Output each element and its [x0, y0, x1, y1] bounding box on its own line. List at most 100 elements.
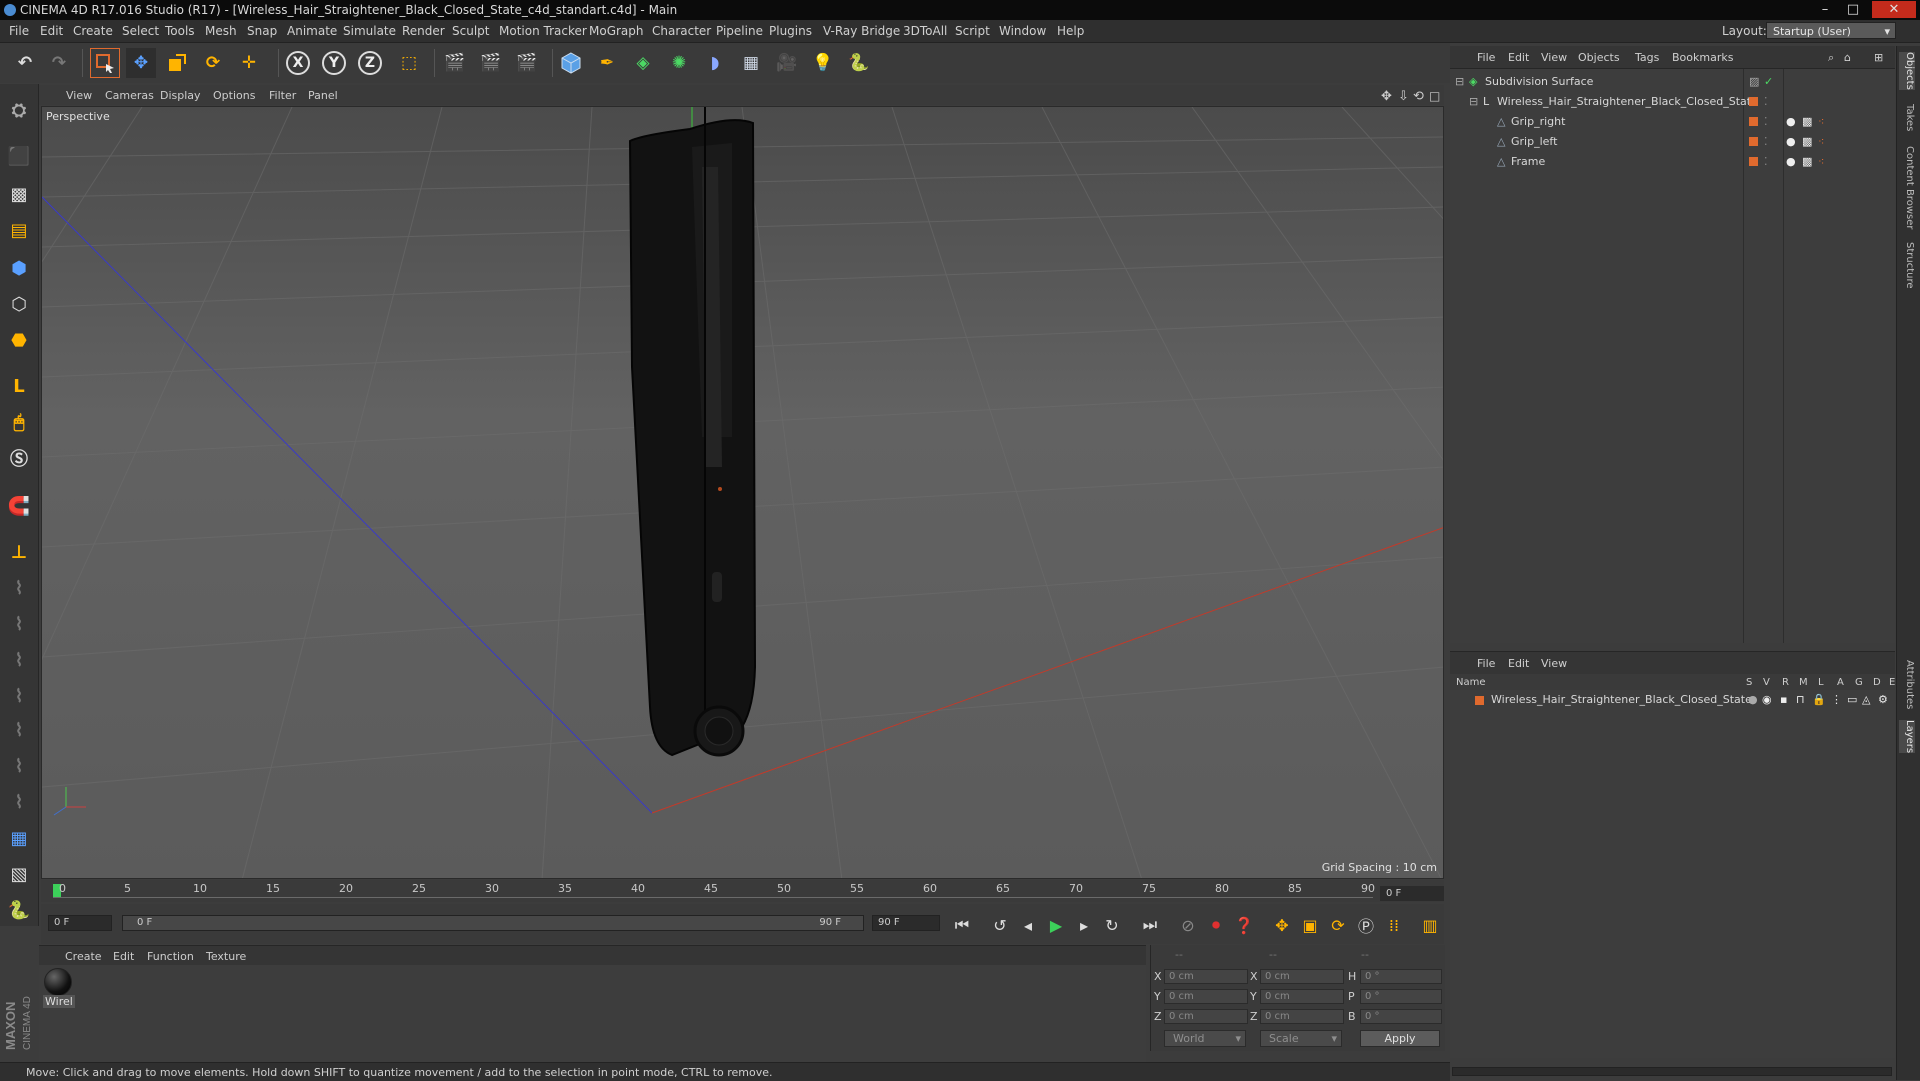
visibility-dots-icon[interactable]: ⁚	[1764, 95, 1768, 108]
size-x-field[interactable]: 0 cm	[1260, 969, 1344, 984]
selection-tag-icon[interactable]: ⁖	[1818, 155, 1824, 168]
menu-file[interactable]: File	[9, 24, 29, 38]
render-view-button[interactable]: 🎬	[440, 48, 470, 78]
texture-tag-icon[interactable]: ▩	[1802, 115, 1812, 128]
magnet-button[interactable]: 🧲	[5, 492, 33, 520]
edit-toggle-icon[interactable]: ▨	[1749, 75, 1759, 88]
redo-button[interactable]: ↷	[44, 48, 74, 78]
array-button[interactable]: ✺	[664, 48, 694, 78]
size-z-field[interactable]: 0 cm	[1260, 1009, 1344, 1024]
sculpt-tool-7-button[interactable]: ⌇	[5, 788, 33, 816]
menu-vray-bridge[interactable]: V-Ray Bridge	[823, 24, 900, 38]
cube-object-button[interactable]	[556, 48, 586, 78]
menu-tools[interactable]: Tools	[165, 24, 195, 38]
apply-button[interactable]: Apply	[1360, 1030, 1440, 1047]
position-z-field[interactable]: 0 cm	[1164, 1009, 1248, 1024]
minimize-button[interactable]: –	[1812, 1, 1838, 18]
viewport-move-icon[interactable]: ✥	[1381, 89, 1392, 104]
material-tag-icon[interactable]: ●	[1786, 115, 1796, 128]
model-mode-button[interactable]: ⬛	[5, 142, 33, 170]
object-menu-file[interactable]: File	[1477, 51, 1495, 64]
texture-mode-button[interactable]: ▩	[5, 180, 33, 208]
material-menu-function[interactable]: Function	[147, 950, 194, 963]
sculpt-tool-4-button[interactable]: ⌇	[5, 682, 33, 710]
menu-animate[interactable]: Animate	[287, 24, 337, 38]
viewport-menu-display[interactable]: Display	[160, 89, 201, 102]
position-key-button[interactable]: ✥	[1270, 913, 1294, 937]
go-to-start-button[interactable]: ⏮	[950, 913, 974, 937]
viewport-maximize-icon[interactable]: □	[1429, 89, 1440, 103]
move-tool-button[interactable]: ✥	[126, 48, 156, 78]
selection-tag-icon[interactable]: ⁖	[1818, 115, 1824, 128]
generator-toggle-icon[interactable]: ▭	[1847, 693, 1857, 706]
axis-mode-button[interactable]: L	[5, 372, 33, 400]
expression-toggle-icon[interactable]: ⚙	[1878, 693, 1888, 706]
visibility-dots-icon[interactable]: ⁚	[1764, 155, 1768, 168]
keyframe-selection-button[interactable]: ❓	[1232, 913, 1256, 937]
next-key-button[interactable]: ↻	[1100, 913, 1124, 937]
object-menu-view[interactable]: View	[1541, 51, 1567, 64]
new-view-icon[interactable]: ⊞	[1874, 51, 1883, 64]
material-tag-icon[interactable]: ●	[1786, 155, 1796, 168]
enabled-check-icon[interactable]: ✓	[1764, 75, 1773, 88]
scale-tool-button[interactable]	[162, 48, 192, 78]
search-icon[interactable]: ⌕	[1828, 51, 1834, 65]
scale-key-button[interactable]: ▣	[1298, 913, 1322, 937]
material-menu-edit[interactable]: Edit	[113, 950, 134, 963]
object-menu-edit[interactable]: Edit	[1508, 51, 1529, 64]
size-mode-select[interactable]: Scale ▾	[1260, 1030, 1342, 1047]
workplane-lock-button[interactable]: ▧	[5, 860, 33, 888]
start-frame-field[interactable]: 0 F	[48, 915, 112, 931]
menu-mesh[interactable]: Mesh	[205, 24, 237, 38]
animation-toggle-icon[interactable]: ⋮	[1831, 693, 1842, 706]
tab-objects[interactable]: Objects	[1899, 52, 1915, 90]
camera-button[interactable]: 🎥	[772, 48, 802, 78]
material-menu-texture[interactable]: Texture	[206, 950, 246, 963]
horizontal-scrollbar[interactable]	[1452, 1067, 1892, 1076]
position-y-field[interactable]: 0 cm	[1164, 989, 1248, 1004]
deformer-button[interactable]: ◗	[700, 48, 730, 78]
viewport-menu-view[interactable]: View	[66, 89, 92, 102]
layer-color-swatch[interactable]	[1749, 157, 1758, 166]
home-icon[interactable]: ⌂	[1844, 51, 1851, 64]
menu-pipeline[interactable]: Pipeline	[716, 24, 763, 38]
manager-toggle-icon[interactable]: ⊓	[1796, 693, 1805, 706]
snap-axis-button[interactable]: ⊥	[5, 538, 33, 566]
layer-menu-view[interactable]: View	[1541, 657, 1567, 670]
menu-plugins[interactable]: Plugins	[769, 24, 812, 38]
x-axis-lock-button[interactable]: X	[286, 51, 310, 75]
viewport-menu-cameras[interactable]: Cameras	[105, 89, 154, 102]
close-button[interactable]: ✕	[1872, 1, 1916, 18]
viewport-zoom-icon[interactable]: ⇩	[1398, 89, 1409, 104]
object-menu-tags[interactable]: Tags	[1635, 51, 1659, 64]
point-level-key-button[interactable]: ⁞⁞	[1382, 913, 1406, 937]
object-row-straightener[interactable]: ⊟ L Wireless_Hair_Straightener_Black_Clo…	[1450, 92, 1895, 112]
viewport-menu-filter[interactable]: Filter	[269, 89, 296, 102]
hair-straightener-model[interactable]	[628, 107, 757, 757]
collapse-icon[interactable]: ⊟	[1469, 95, 1478, 108]
lock-toggle-icon[interactable]: 🔒	[1812, 693, 1826, 706]
size-y-field[interactable]: 0 cm	[1260, 989, 1344, 1004]
collapse-icon[interactable]: ⊟	[1455, 75, 1464, 88]
python-button[interactable]: 🐍	[844, 48, 874, 78]
texture-tag-icon[interactable]: ▩	[1802, 135, 1812, 148]
rotate-tool-button[interactable]: ⟳	[198, 48, 228, 78]
rotation-h-field[interactable]: 0 °	[1360, 969, 1442, 984]
grid-tool-button[interactable]: ▦	[5, 824, 33, 852]
live-selection-button[interactable]	[90, 48, 120, 78]
tab-attributes[interactable]: Attributes	[1899, 660, 1915, 709]
object-row-frame[interactable]: △ Frame ⁚ ● ▩ ⁖	[1450, 152, 1895, 172]
coordinate-mode-select[interactable]: World ▾	[1164, 1030, 1246, 1047]
menu-character[interactable]: Character	[652, 24, 711, 38]
tab-layers[interactable]: Layers	[1899, 720, 1915, 754]
layer-color-swatch[interactable]	[1475, 696, 1484, 705]
sculpt-tool-5-button[interactable]: ⌇	[5, 716, 33, 744]
object-menu-bookmarks[interactable]: Bookmarks	[1672, 51, 1733, 64]
python-left-button[interactable]: 🐍	[5, 896, 33, 924]
object-row-grip-left[interactable]: △ Grip_left ⁚ ● ▩ ⁖	[1450, 132, 1895, 152]
points-mode-button[interactable]: ⬢	[5, 254, 33, 282]
layout-select[interactable]: Startup (User) ▾	[1766, 22, 1896, 39]
object-row-subdivision-surface[interactable]: ⊟ ◈ Subdivision Surface ▨ ✓	[1450, 72, 1895, 92]
spline-pen-button[interactable]: ✒	[592, 48, 622, 78]
menu-script[interactable]: Script	[955, 24, 990, 38]
